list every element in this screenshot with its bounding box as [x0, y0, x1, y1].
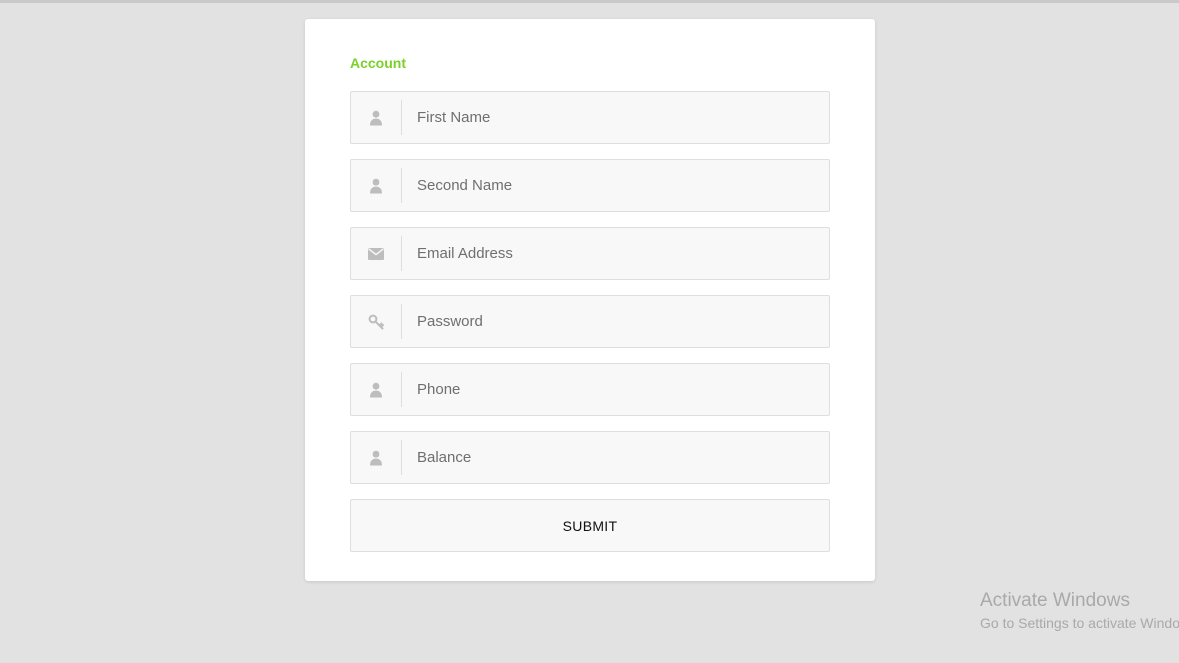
user-icon	[351, 160, 401, 211]
first-name-input[interactable]	[417, 92, 817, 143]
field-divider	[401, 440, 402, 475]
user-icon	[351, 92, 401, 143]
field-divider	[401, 168, 402, 203]
field-divider	[401, 304, 402, 339]
phone-input[interactable]	[417, 364, 817, 415]
second-name-input[interactable]	[417, 160, 817, 211]
section-title: Account	[350, 55, 406, 71]
key-icon	[351, 296, 401, 347]
first-name-field[interactable]	[350, 91, 830, 144]
email-address-field[interactable]	[350, 227, 830, 280]
field-divider	[401, 372, 402, 407]
balance-input[interactable]	[417, 432, 817, 483]
password-input[interactable]	[417, 296, 817, 347]
top-border-line	[0, 0, 1179, 3]
balance-field[interactable]	[350, 431, 830, 484]
envelope-icon	[351, 228, 401, 279]
watermark-title: Activate Windows	[980, 590, 1130, 611]
second-name-field[interactable]	[350, 159, 830, 212]
watermark-subtitle: Go to Settings to activate Windows.	[980, 615, 1179, 631]
field-divider	[401, 236, 402, 271]
account-form-card: Account First Name Second Name Email Add…	[305, 19, 875, 581]
phone-field[interactable]	[350, 363, 830, 416]
user-icon	[351, 364, 401, 415]
password-field[interactable]	[350, 295, 830, 348]
email-address-input[interactable]	[417, 228, 817, 279]
user-icon	[351, 432, 401, 483]
field-divider	[401, 100, 402, 135]
submit-button[interactable]: SUBMIT	[350, 499, 830, 552]
activate-windows-watermark: Activate Windows Go to Settings to activ…	[980, 590, 1179, 633]
